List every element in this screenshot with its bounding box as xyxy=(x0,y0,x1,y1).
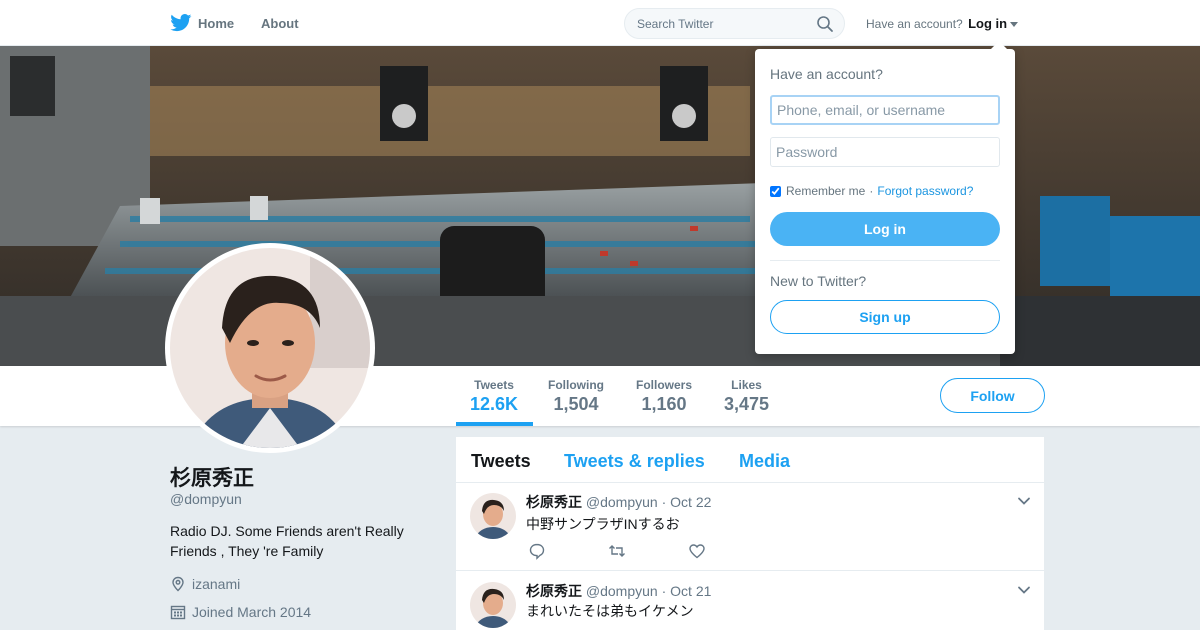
profile-joined: Joined March 2014 xyxy=(170,604,311,620)
nav-home-link[interactable]: Home xyxy=(170,0,234,46)
stat-likes[interactable]: Likes 3,475 xyxy=(724,378,769,415)
stat-followers-label: Followers xyxy=(636,378,693,392)
search-icon[interactable] xyxy=(816,15,834,33)
dropdown-arrow xyxy=(991,41,1007,49)
stat-followers-value: 1,160 xyxy=(641,394,687,414)
location-pin-icon xyxy=(172,576,184,592)
chevron-down-icon[interactable] xyxy=(1016,493,1032,509)
tweet-text: まれいたそは弟もイケメン xyxy=(526,603,694,619)
tweet-avatar-photo xyxy=(470,582,516,628)
username-input[interactable] xyxy=(770,95,1000,125)
search-placeholder: Search Twitter xyxy=(637,16,714,31)
tweet-item[interactable]: 杉原秀正 @dompyun · Oct 22 中野サンプラザINするお xyxy=(456,483,1044,571)
top-navigation: Home About Search Twitter Have an accoun… xyxy=(0,0,1200,46)
tweet-author-handle[interactable]: @dompyun xyxy=(586,583,658,599)
tweet-author-name[interactable]: 杉原秀正 xyxy=(526,583,582,599)
stat-tweets-value: 12.6K xyxy=(470,394,519,414)
forgot-password-link[interactable]: Forgot password? xyxy=(877,184,973,198)
tab-tweets-replies[interactable]: Tweets & replies xyxy=(564,451,705,472)
nav-about-link[interactable]: About xyxy=(261,0,299,46)
profile-location-text: izanami xyxy=(192,576,241,592)
profile-joined-text: Joined March 2014 xyxy=(192,604,312,620)
tweet-date[interactable]: · Oct 21 xyxy=(662,583,712,599)
stat-tweets[interactable]: Tweets 12.6K xyxy=(470,378,518,415)
search-input[interactable]: Search Twitter xyxy=(624,8,845,39)
like-icon[interactable] xyxy=(688,542,706,560)
login-submit-button[interactable]: Log in xyxy=(770,212,1000,246)
tweet-header: 杉原秀正 @dompyun · Oct 21 xyxy=(526,581,711,601)
password-input[interactable] xyxy=(770,137,1000,167)
have-account-text: Have an account? xyxy=(866,17,963,31)
tweet-avatar[interactable] xyxy=(470,493,516,539)
remember-me-checkbox[interactable] xyxy=(770,185,781,197)
tweet-header: 杉原秀正 @dompyun · Oct 22 xyxy=(526,492,711,512)
timeline-tabs: Tweets Tweets & replies Media xyxy=(456,437,1044,483)
tweet-avatar-photo xyxy=(470,493,516,539)
avatar-photo xyxy=(170,248,370,448)
tweet-date[interactable]: · Oct 22 xyxy=(662,494,712,510)
stat-following-value: 1,504 xyxy=(553,394,599,414)
remember-separator: · xyxy=(869,184,874,198)
tweet-timeline: Tweets Tweets & replies Media 杉原秀正 @domp… xyxy=(456,437,1044,630)
retweet-icon[interactable] xyxy=(608,542,626,560)
nav-home-label: Home xyxy=(198,15,235,31)
profile-location: izanami xyxy=(170,576,240,592)
nav-about-label: About xyxy=(261,15,299,31)
stat-likes-value: 3,475 xyxy=(724,394,770,414)
chevron-down-icon[interactable] xyxy=(1016,582,1032,598)
remember-row: Remember me · Forgot password? xyxy=(770,184,973,198)
profile-handle[interactable]: @dompyun xyxy=(170,491,242,507)
twitter-bird-icon xyxy=(170,14,192,32)
profile-name: 杉原秀正 xyxy=(170,467,254,490)
tab-media[interactable]: Media xyxy=(739,451,790,472)
tweet-item[interactable]: 杉原秀正 @dompyun · Oct 21 まれいたそは弟もイケメン xyxy=(456,571,1044,630)
stat-likes-label: Likes xyxy=(731,378,762,392)
caret-down-icon xyxy=(1010,22,1019,28)
tweet-avatar[interactable] xyxy=(470,582,516,628)
reply-icon[interactable] xyxy=(528,542,546,560)
stat-following[interactable]: Following 1,504 xyxy=(548,378,604,415)
profile-avatar[interactable] xyxy=(165,243,375,453)
login-menu-toggle[interactable]: Have an account? Log in xyxy=(866,16,1019,31)
login-dropdown: Have an account? Remember me · Forgot pa… xyxy=(755,41,1015,354)
tweet-author-handle[interactable]: @dompyun xyxy=(586,494,658,510)
profile-bio: Radio DJ. Some Friends aren't Really Fri… xyxy=(170,523,404,559)
active-stat-indicator xyxy=(456,422,533,426)
remember-me-label[interactable]: Remember me xyxy=(786,184,865,198)
new-to-twitter-text: New to Twitter? xyxy=(770,273,867,289)
follow-button[interactable]: Follow xyxy=(940,378,1045,413)
tab-tweets[interactable]: Tweets xyxy=(471,451,531,472)
tweet-author-name[interactable]: 杉原秀正 xyxy=(526,494,582,510)
signup-button[interactable]: Sign up xyxy=(770,300,1000,334)
tweet-text: 中野サンプラザINするお xyxy=(526,516,680,532)
stat-tweets-label: Tweets xyxy=(474,378,514,392)
login-dropdown-title: Have an account? xyxy=(770,66,883,82)
stat-following-label: Following xyxy=(548,378,604,392)
stat-followers[interactable]: Followers 1,160 xyxy=(636,378,692,415)
dropdown-divider xyxy=(770,260,1000,261)
calendar-icon xyxy=(170,605,186,620)
login-menu-label[interactable]: Log in xyxy=(968,16,1007,31)
